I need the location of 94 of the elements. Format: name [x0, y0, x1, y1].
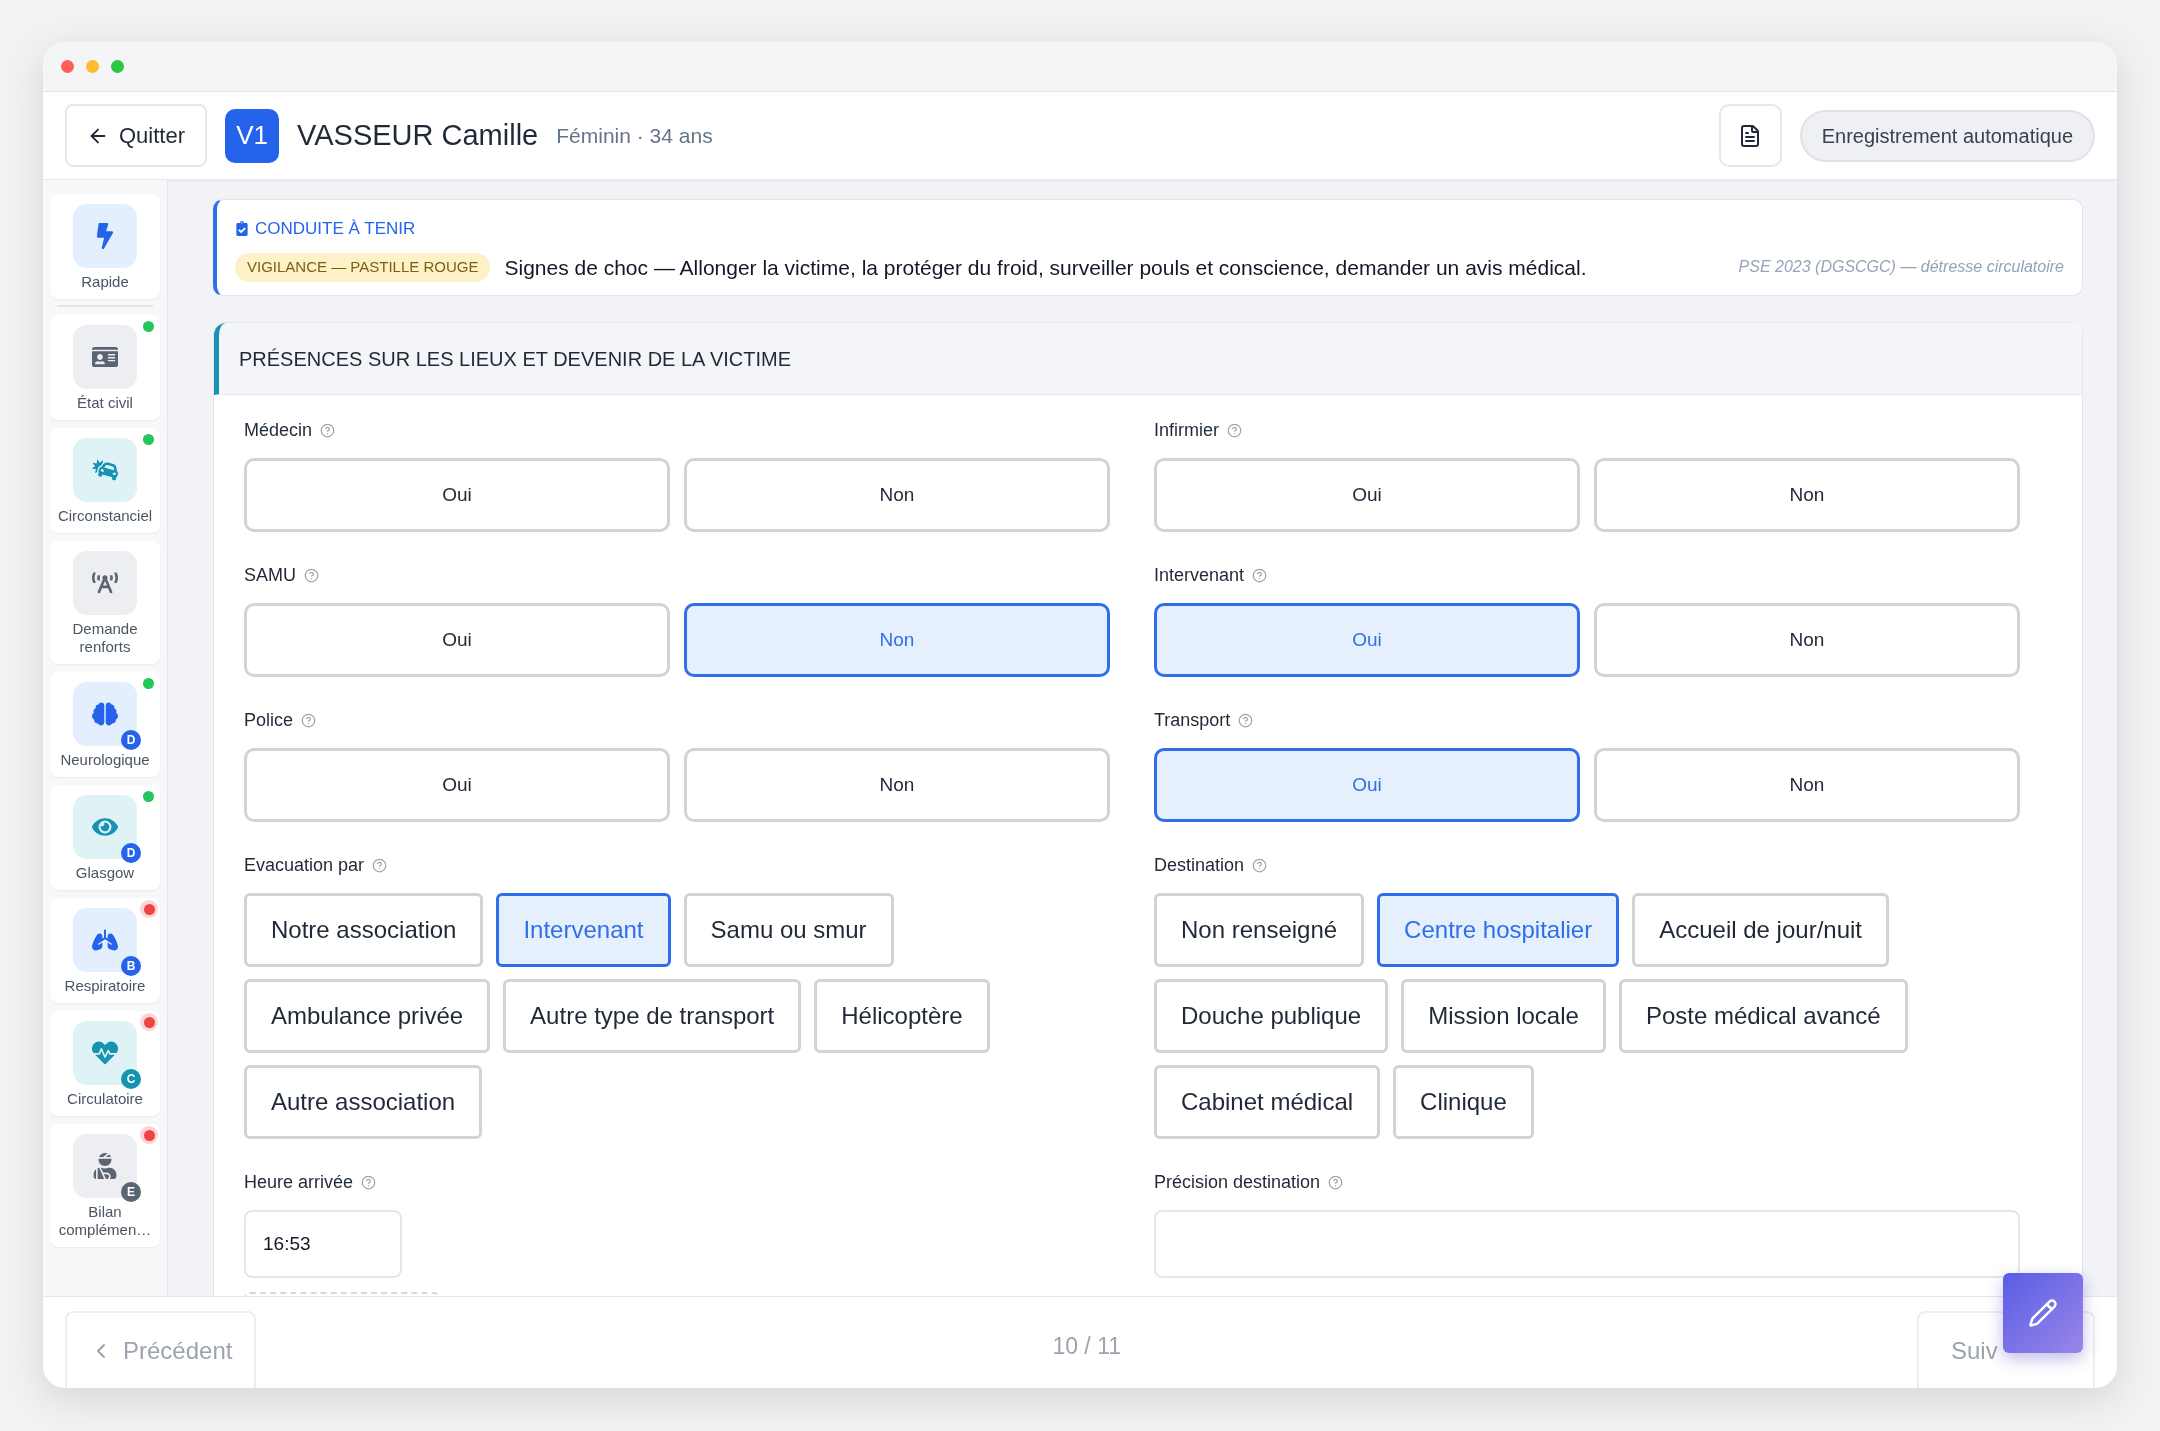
choice-chip[interactable]: Autre association — [244, 1065, 483, 1139]
choice-chip[interactable]: Autre type de transport — [503, 979, 802, 1053]
pdf-button[interactable] — [1718, 104, 1782, 167]
choice-chip[interactable]: Douche publique — [1154, 979, 1389, 1053]
page-counter: 10 / 11 — [1052, 1332, 1121, 1361]
option-button[interactable]: Non — [684, 458, 1110, 532]
choice-chip[interactable]: Poste médical avancé — [1618, 979, 1908, 1053]
id-card-icon — [92, 344, 118, 370]
sidebar-item[interactable]: D Neurologique — [50, 672, 160, 777]
choice-chip[interactable]: Notre association — [244, 893, 484, 967]
sidebar-label: Rapide — [80, 273, 130, 291]
field-label: Infirmier — [1154, 419, 1219, 442]
sidebar-label: Demande renforts — [71, 620, 139, 656]
brain-icon — [92, 701, 118, 727]
field-label: Heure arrivée — [244, 1171, 354, 1194]
option-button[interactable]: Oui — [244, 603, 670, 677]
badge: D — [121, 730, 141, 750]
badge: B — [121, 956, 141, 976]
help-icon — [304, 568, 319, 583]
sidebar-label: Neurologique — [59, 751, 151, 769]
help-icon — [1238, 713, 1254, 728]
help-icon — [1252, 858, 1268, 873]
sidebar-label: État civil — [76, 394, 134, 412]
patient-name: VASSEUR Camille — [297, 117, 539, 153]
lungs-icon — [92, 927, 118, 953]
option-button[interactable]: Non — [1594, 603, 2020, 677]
help-icon — [1328, 1175, 1344, 1190]
help-icon — [1227, 423, 1242, 438]
choice-chip[interactable]: Hélicoptère — [814, 979, 990, 1053]
sidebar-label: Glasgow — [74, 864, 136, 882]
sidebar-item[interactable]: E Bilan complémen… — [50, 1124, 160, 1247]
sidebar-item[interactable]: C Circulatoire — [50, 1011, 160, 1116]
heart-pulse-icon — [92, 1040, 118, 1066]
sidebar-label: Respiratoire — [63, 977, 147, 995]
sidebar-item[interactable]: D Glasgow — [50, 785, 160, 890]
avatar: V1 — [225, 108, 280, 163]
choice-chip[interactable]: Ambulance privée — [244, 979, 491, 1053]
sidebar-label: Circonstanciel — [56, 507, 154, 525]
help-icon — [372, 858, 388, 873]
vigilance-tag: VIGILANCE — PASTILLE ROUGE — [235, 253, 491, 282]
time-field[interactable]: 16:53 — [244, 1210, 402, 1278]
option-button[interactable]: Non — [684, 748, 1110, 822]
injured-person-icon — [92, 1153, 118, 1179]
badge: C — [121, 1069, 141, 1089]
badge: E — [121, 1182, 141, 1202]
choice-chip[interactable]: Accueil de jour/nuit — [1632, 893, 1889, 967]
section-title: PRÉSENCES SUR LES LIEUX ET DEVENIR DE LA VICTIME — [239, 346, 791, 372]
field-label: SAMU — [244, 564, 296, 587]
badge: D — [121, 843, 141, 863]
choice-chip[interactable]: Intervenant — [496, 893, 671, 967]
choice-chip[interactable]: Centre hospitalier — [1377, 893, 1620, 967]
option-button[interactable]: Oui — [1154, 458, 1580, 532]
field-label: Intervenant — [1154, 564, 1245, 587]
field-label: Destination — [1154, 854, 1245, 877]
option-button[interactable]: Oui — [244, 458, 670, 532]
autosave-badge: Enregistrement automatique — [1799, 109, 2095, 162]
help-icon — [301, 713, 317, 728]
choice-chip[interactable]: Mission locale — [1401, 979, 1606, 1053]
sidebar-label: Bilan complémen… — [57, 1203, 153, 1239]
sidebar-item[interactable]: Circonstanciel — [50, 428, 160, 533]
choice-chip[interactable]: Cabinet médical — [1154, 1065, 1381, 1139]
antenna-icon — [92, 570, 118, 596]
field-label: Evacuation par — [244, 854, 365, 877]
alert-text: Signes de choc — Allonger la victime, la protéger du froid, surveiller pouls et conscience, demander un avis médical. — [504, 254, 1587, 281]
help-icon — [320, 423, 336, 438]
field-label: Transport — [1154, 709, 1231, 732]
option-button[interactable]: Non — [1594, 458, 2020, 532]
alert-source: PSE 2023 (DGSCGC) — détresse circulatoire — [1738, 257, 2064, 278]
choice-chip[interactable]: Non renseigné — [1154, 893, 1365, 967]
sidebar-label: Circulatoire — [66, 1090, 144, 1108]
text-field[interactable] — [1154, 1210, 2020, 1278]
car-crash-icon — [92, 457, 118, 483]
clipboard-check-icon — [235, 221, 249, 237]
option-button[interactable]: Non — [1594, 748, 2020, 822]
option-button[interactable]: Non — [684, 603, 1110, 677]
help-icon — [361, 1175, 377, 1190]
back-button[interactable]: Quitter — [65, 104, 208, 167]
option-button[interactable]: Oui — [1154, 603, 1580, 677]
field-label: Médecin — [244, 419, 313, 442]
choice-chip[interactable]: Samu ou smur — [683, 893, 894, 967]
edit-fab[interactable] — [2003, 1273, 2083, 1353]
pencil-icon — [2028, 1298, 2058, 1328]
field-label: Police — [244, 709, 294, 732]
patient-info: Féminin · 34 ans — [556, 122, 713, 149]
choice-chip[interactable]: Clinique — [1393, 1065, 1534, 1139]
option-button[interactable]: Oui — [244, 748, 670, 822]
sidebar-item[interactable]: Demande renforts — [50, 541, 160, 664]
sidebar-item[interactable]: Rapide — [50, 194, 160, 299]
alert-title: CONDUITE À TENIR — [255, 218, 416, 240]
sidebar-item[interactable]: B Respiratoire — [50, 898, 160, 1003]
help-icon — [1252, 568, 1268, 583]
option-button[interactable]: Oui — [1154, 748, 1580, 822]
field-label: Précision destination — [1154, 1171, 1321, 1194]
sidebar-item[interactable]: État civil — [50, 315, 160, 420]
